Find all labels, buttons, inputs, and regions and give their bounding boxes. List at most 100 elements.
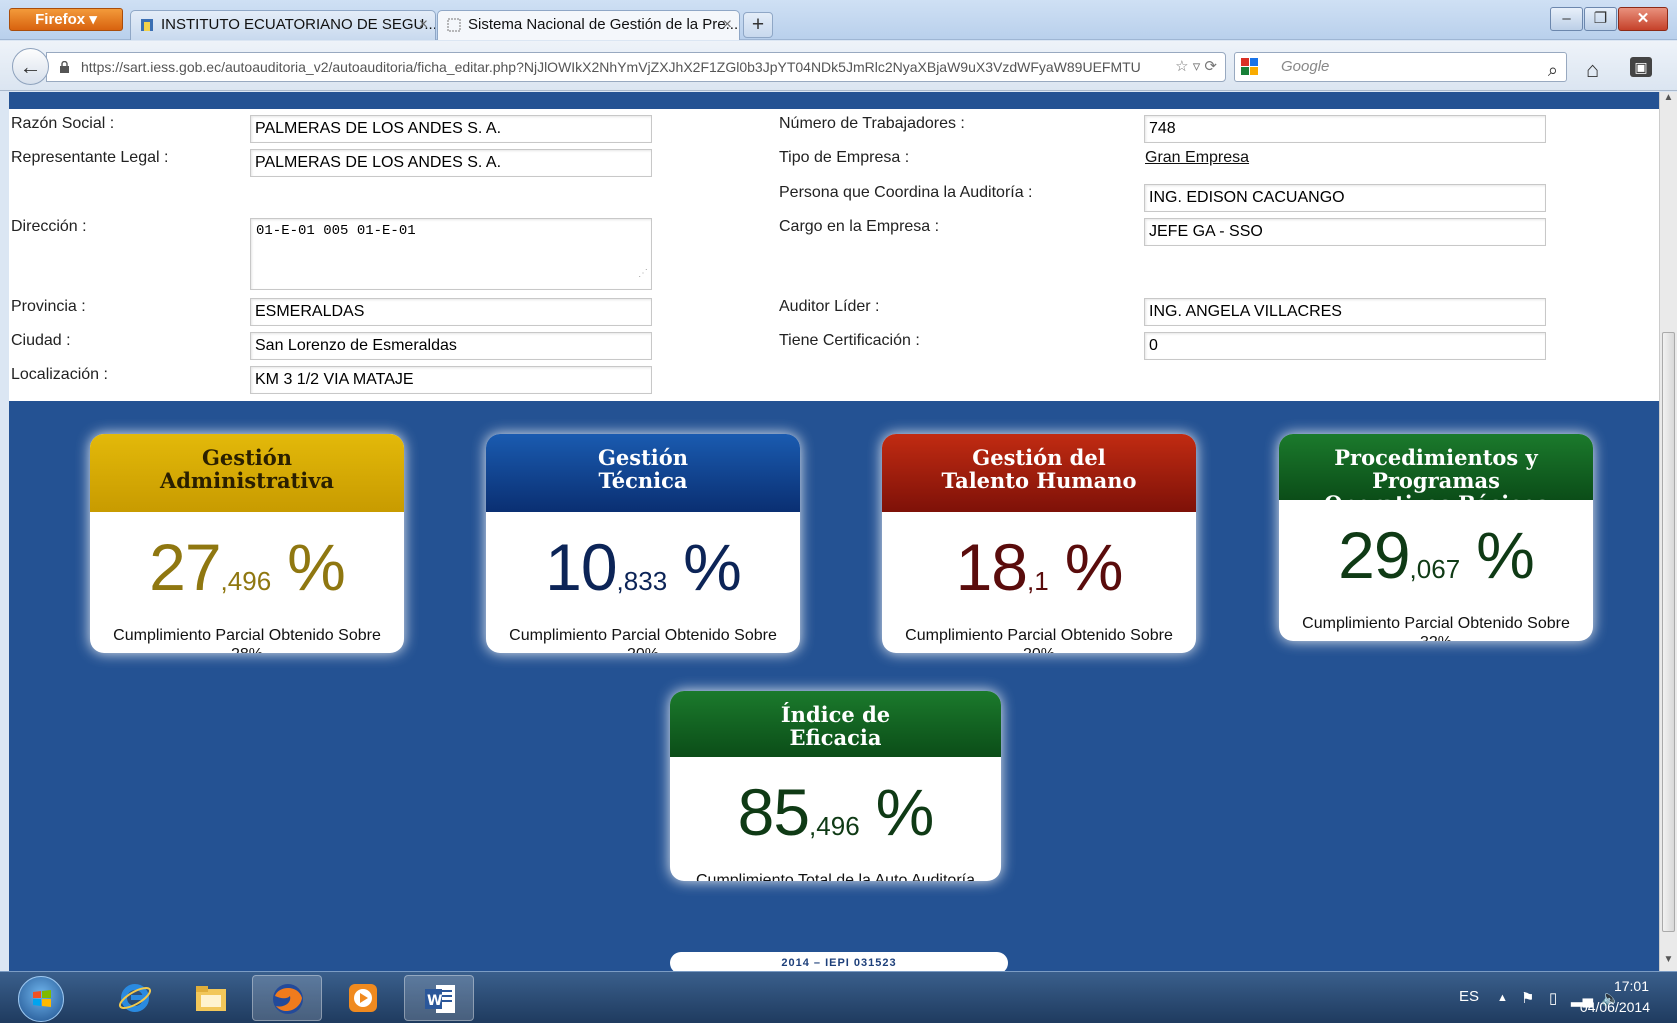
card-body: 27,496% Cumplimiento Parcial Obtenido So… (90, 512, 404, 653)
card-body: 29,067% Cumplimiento Parcial Obtenido So… (1279, 500, 1593, 641)
representante-field[interactable]: PALMERAS DE LOS ANDES S. A. (250, 149, 652, 177)
auditor-field[interactable]: ING. ANGELA VILLACRES (1144, 298, 1546, 326)
start-button[interactable] (18, 976, 64, 1022)
clock-time[interactable]: 17:01 (1614, 978, 1649, 994)
num-trabajadores-field[interactable]: 748 (1144, 115, 1546, 143)
card-title-line1: Gestión (201, 445, 293, 470)
label-provincia: Provincia : (11, 298, 86, 315)
razon-social-field[interactable]: PALMERAS DE LOS ANDES S. A. (250, 115, 652, 143)
card-title-line1: Índice de (780, 702, 891, 727)
card-title-line1: Procedimientos y Programas (1334, 445, 1538, 493)
card-procedimientos-programas: Procedimientos y Programas Operativos Bá… (1279, 434, 1593, 641)
home-icon[interactable]: ⌂ (1586, 57, 1599, 83)
card-header: Gestión del Talento Humano (882, 434, 1196, 512)
label-cargo: Cargo en la Empresa : (779, 218, 940, 235)
card-score: 85,496% (737, 775, 935, 849)
card-header: Índice de Eficacia (670, 691, 1001, 757)
card-caption: Cumplimiento Parcial Obtenido Sobre (509, 627, 777, 644)
label-persona-coordina: Persona que Coordina la Auditoría : (779, 184, 1033, 201)
search-icon[interactable]: ⌕ (1548, 56, 1558, 84)
battery-icon[interactable]: ▯ (1549, 989, 1557, 1007)
minimize-button[interactable]: – (1550, 7, 1583, 31)
windows-flag-icon (33, 990, 51, 1007)
card-body: 10,833% Cumplimiento Parcial Obtenido So… (486, 512, 800, 653)
company-form: Razón Social : PALMERAS DE LOS ANDES S. … (9, 109, 1659, 401)
browser-navbar: https://sart.iess.gob.ec/autoauditoria_v… (0, 41, 1677, 91)
taskbar-word[interactable]: W (404, 975, 474, 1021)
localizacion-field[interactable]: KM 3 1/2 VIA MATAJE (250, 366, 652, 394)
taskbar-internet-explorer[interactable] (100, 975, 170, 1021)
provincia-field[interactable]: ESMERALDAS (250, 298, 652, 326)
tab-title: Sistema Nacional de Gestión de la Pre... (468, 16, 739, 33)
clock-date[interactable]: 04/06/2014 (1580, 999, 1650, 1015)
score-percent: % (287, 530, 346, 604)
score-integer: 29 (1338, 518, 1410, 592)
new-tab-button[interactable]: + (743, 12, 773, 38)
file-explorer-icon (196, 986, 226, 1011)
score-percent: % (875, 775, 935, 849)
card-title-line1: Gestión (597, 445, 689, 470)
score-integer: 85 (737, 775, 810, 849)
address-bar[interactable]: https://sart.iess.gob.ec/autoauditoria_v… (46, 52, 1226, 82)
taskbar-media-player[interactable] (328, 975, 398, 1021)
direccion-text: 01-E-01 005 01-E-01 (256, 223, 416, 239)
score-integer: 18 (955, 530, 1028, 604)
label-certificacion: Tiene Certificación : (779, 332, 920, 349)
card-indice-eficacia: Índice de Eficacia 85,496% Cumplimiento … (670, 691, 1001, 881)
scroll-thumb[interactable] (1662, 332, 1675, 932)
card-caption-max: 20% (486, 645, 800, 653)
certificacion-field[interactable]: 0 (1144, 332, 1546, 360)
tab-title: INSTITUTO ECUATORIANO DE SEGU... (161, 16, 436, 33)
close-tab-icon[interactable]: × (723, 11, 732, 39)
taskbar-file-explorer[interactable] (176, 975, 246, 1021)
iess-favicon-icon (141, 19, 153, 31)
maximize-button[interactable]: ❐ (1584, 7, 1617, 31)
scroll-up-arrow-icon[interactable]: ▲ (1660, 92, 1677, 109)
score-decimal: 067 (1416, 554, 1461, 584)
taskbar-firefox[interactable] (252, 975, 322, 1021)
close-tab-icon[interactable]: × (419, 11, 428, 39)
close-window-button[interactable]: ✕ (1618, 7, 1668, 31)
card-body: 85,496% Cumplimiento Total de la Auto Au… (670, 757, 1001, 881)
scroll-down-arrow-icon[interactable]: ▼ (1660, 954, 1677, 971)
score-percent: % (1476, 518, 1535, 592)
tab-instituto[interactable]: INSTITUTO ECUATORIANO DE SEGU... × (130, 10, 436, 40)
bookmark-star-icon[interactable]: ☆ ▿ ⟳ (1175, 53, 1217, 81)
card-caption: Cumplimiento Parcial Obtenido Sobre (905, 627, 1173, 644)
score-percent: % (683, 530, 742, 604)
label-localizacion: Localización : (11, 366, 108, 383)
label-num-trabajadores: Número de Trabajadores : (779, 115, 965, 132)
persona-coordina-field[interactable]: ING. EDISON CACUANGO (1144, 184, 1546, 212)
score-integer: 10 (545, 530, 617, 604)
card-title-line1: Gestión del (972, 445, 1106, 470)
internet-explorer-icon (118, 984, 152, 1012)
show-hidden-icons-icon[interactable]: ▲ (1497, 992, 1508, 1004)
cargo-field[interactable]: JEFE GA - SSO (1144, 218, 1546, 246)
firefox-menu-button[interactable]: Firefox ▾ (9, 8, 123, 31)
card-caption: Cumplimiento Total de la Auto Auditoría (696, 872, 975, 881)
card-header: Gestión Técnica (486, 434, 800, 512)
lock-icon (60, 61, 69, 73)
direccion-textarea[interactable]: 01-E-01 005 01-E-01 ⋰ (250, 218, 652, 290)
card-gestion-tecnica: Gestión Técnica 10,833% Cumplimiento Par… (486, 434, 800, 653)
ciudad-field[interactable]: San Lorenzo de Esmeraldas (250, 332, 652, 360)
language-indicator[interactable]: ES (1459, 988, 1479, 1005)
tab-sistema-nacional[interactable]: Sistema Nacional de Gestión de la Pre...… (437, 10, 740, 40)
action-center-flag-icon[interactable]: ⚑ (1521, 989, 1534, 1007)
back-button[interactable]: ← (12, 48, 49, 85)
card-caption: Cumplimiento Parcial Obtenido Sobre (1302, 615, 1570, 632)
search-bar[interactable]: Google ⌕ (1234, 52, 1567, 82)
word-icon: W (425, 985, 455, 1013)
card-title-line2: Técnica (598, 468, 688, 493)
addon-bar-icon[interactable]: ▣ (1630, 57, 1652, 77)
card-score: 10,833% (545, 530, 742, 604)
card-body: 18,1% Cumplimiento Parcial Obtenido Sobr… (882, 512, 1196, 653)
card-header: Gestión Administrativa (90, 434, 404, 512)
google-engine-icon (1241, 58, 1258, 75)
resize-grip-icon[interactable]: ⋰ (638, 263, 648, 287)
card-caption-max: 28% (90, 645, 404, 653)
page-scrollbar[interactable]: ▲ ▼ (1659, 92, 1677, 971)
card-score: 18,1% (955, 530, 1124, 604)
tipo-empresa-link[interactable]: Gran Empresa (1145, 149, 1249, 167)
card-title-line2: Eficacia (789, 725, 882, 750)
